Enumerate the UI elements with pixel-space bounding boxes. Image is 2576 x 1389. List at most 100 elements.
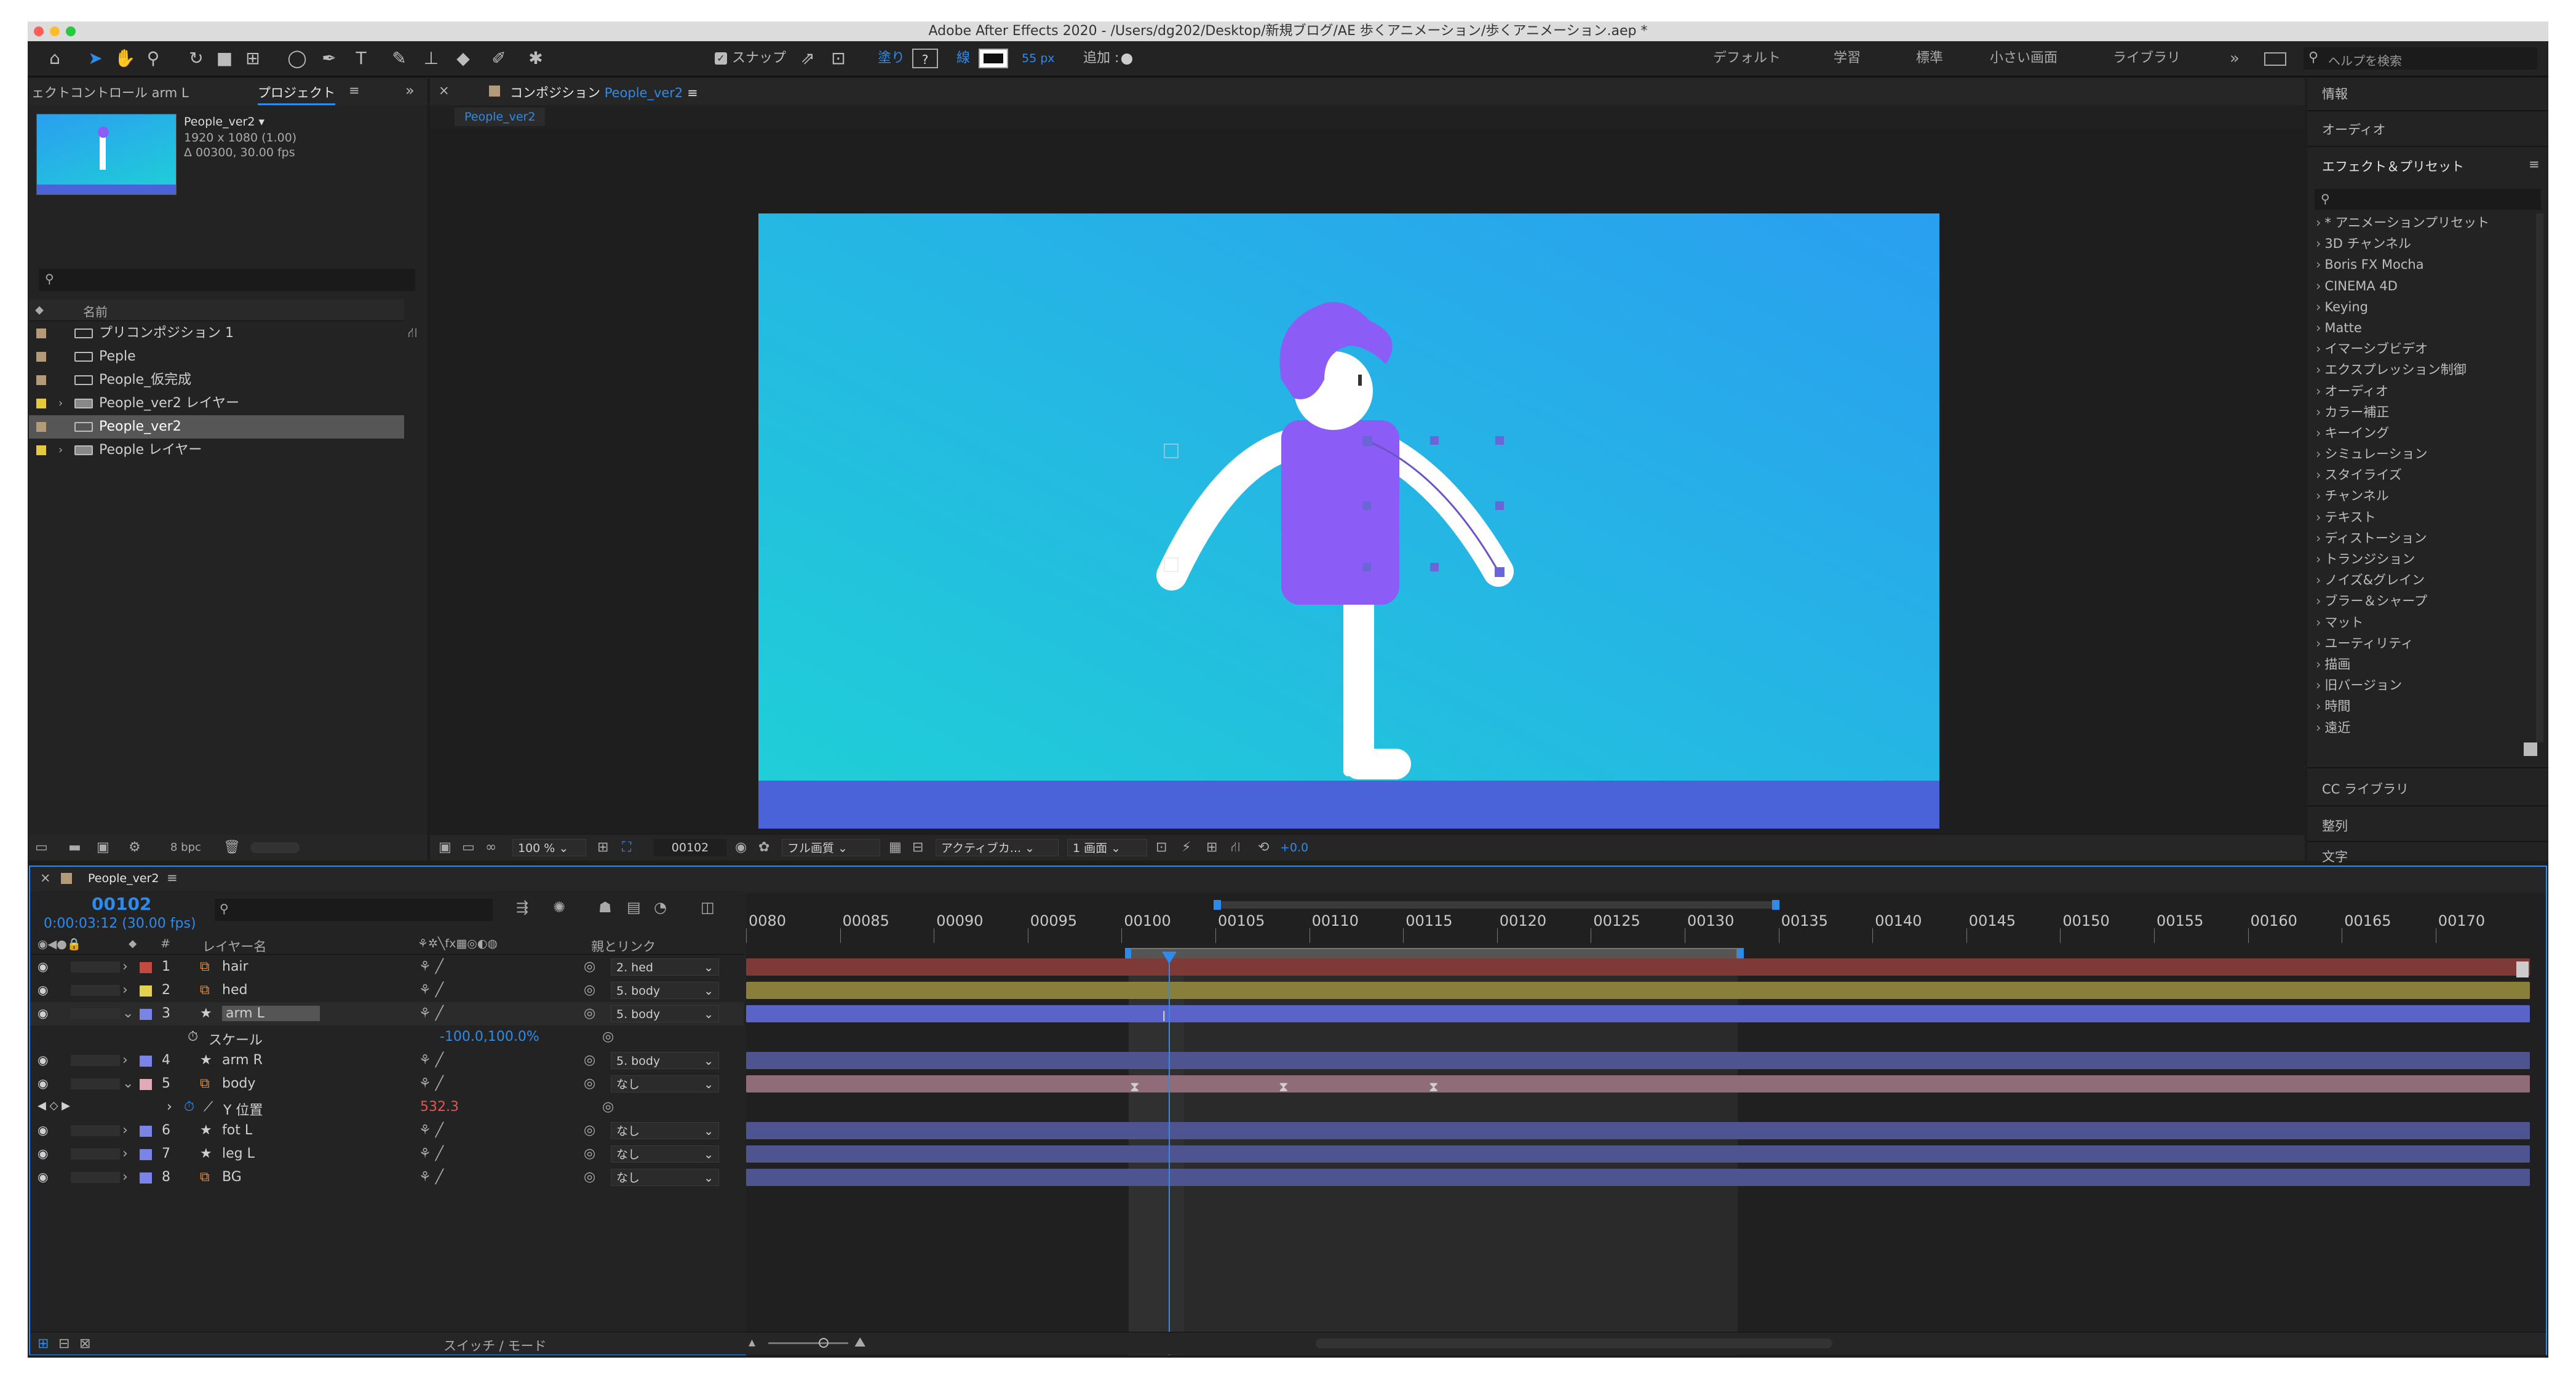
bpc-label[interactable]: 8 bpc [170,841,201,854]
effects-category[interactable]: › 3D チャンネル [2316,233,2537,254]
hand-tool-icon[interactable]: ✋ [114,47,136,70]
layer-switches[interactable]: ⚘ ╱ [419,959,443,974]
zoom-tool-icon[interactable]: ⚲ [142,47,164,70]
chevron-right-icon[interactable]: › [167,1099,172,1115]
stroke-width[interactable]: 55 px [1022,41,1055,76]
time-zoom-knob[interactable] [819,1338,829,1348]
effects-category[interactable]: › カラー補正 [2316,402,2537,423]
chevron-right-icon[interactable]: › [122,1053,128,1068]
parent-select[interactable]: なし ⌄ [611,1122,719,1139]
zoom-out-icon[interactable]: ▴ [749,1335,755,1350]
brush-tool-icon[interactable]: ✎ [388,47,410,70]
workspace-default[interactable]: デフォルト [1713,41,1781,76]
project-item[interactable]: プリコンポジション 1 [29,322,404,345]
effects-category[interactable]: › Matte [2316,317,2537,338]
comp-flowchart-tab[interactable]: People_ver2 [455,108,546,126]
column-parent[interactable]: 親とリンク [591,937,656,955]
pan-behind-tool-icon[interactable]: ⊞ [242,47,264,70]
effects-category[interactable]: › ユーティリティ [2316,633,2537,654]
effects-category[interactable]: › ブラー＆シャープ [2316,591,2537,611]
layer-duration-bar[interactable] [746,1052,2530,1069]
layer-label-color[interactable] [140,1009,152,1020]
comp-canvas[interactable] [758,213,1939,829]
project-menu-icon[interactable]: ≡ [349,83,360,98]
comp-name[interactable]: People_ver2 ▾ [184,115,264,129]
effects-category[interactable]: › 時間 [2316,696,2537,717]
vr-icon[interactable]: ▭ [462,840,475,855]
layer-switches[interactable]: ⚘ ╱ [419,1146,443,1161]
effects-menu-icon[interactable]: ≡ [2529,157,2540,172]
parent-select[interactable]: なし ⌄ [611,1075,719,1092]
visibility-eye-icon[interactable]: ◉ [38,1123,48,1137]
visibility-eye-icon[interactable]: ◉ [38,1169,48,1184]
reset-exposure-icon[interactable]: ⟲ [1258,840,1269,855]
effects-category[interactable]: › トランジション [2316,549,2537,570]
effects-presets-title[interactable]: エフェクト＆プリセット [2322,157,2464,175]
snapshot-icon[interactable]: ◉ [735,840,747,855]
comp-mini-flowchart-icon[interactable]: ⇶ [516,899,528,916]
chevron-right-icon[interactable]: › [122,1169,128,1185]
layer-duration-bar[interactable] [746,1145,2530,1163]
in-out-toggle-icon[interactable]: ⊠ [79,1336,90,1351]
visibility-eye-icon[interactable]: ◉ [38,959,48,974]
zoom-select[interactable]: 100 % ⌄ [512,839,586,856]
layer-label-color[interactable] [140,1172,152,1184]
layer-name[interactable]: arm R [222,1053,263,1068]
effects-category[interactable]: › 描画 [2316,654,2537,675]
layer-switches[interactable]: ⚘ ╱ [419,1006,443,1021]
layer-switches[interactable]: ⚘ ╱ [419,1169,443,1185]
snap-checkbox[interactable]: ✓ [715,52,727,65]
pick-whip-icon[interactable]: ◎ [584,1123,595,1138]
fast-preview-icon[interactable]: ⚡ [1182,840,1191,855]
visibility-eye-icon[interactable]: ◉ [38,982,48,997]
workspace-menu-icon[interactable] [2264,52,2286,66]
chevron-down-icon[interactable]: ⌄ [122,1076,133,1091]
clone-stamp-tool-icon[interactable]: ⊥ [420,47,442,70]
layer-name[interactable]: arm L [222,1006,320,1021]
pen-tool-icon[interactable]: ✒ [318,47,340,70]
timeline-layer-row[interactable]: ◉ › 6 ★ fot L ⚘ ╱ ◎ なし ⌄ [30,1119,744,1142]
project-settings-icon[interactable]: ⚙ [129,840,141,855]
close-window-button[interactable] [34,26,44,36]
pick-whip-icon[interactable]: ◎ [584,1006,595,1021]
tab-project[interactable]: プロジェクト [258,83,335,105]
timeline-layer-row[interactable]: ◉ ⌄ 5 ⧉ body ⚘ ╱ ◎ なし ⌄ [30,1072,744,1096]
tab-timeline-comp[interactable]: People_ver2 [88,872,159,885]
timeline-layer-row[interactable]: ◉ ⌄ 3 ★ arm L ⚘ ╱ ◎ 5. body ⌄ [30,1002,744,1025]
ypos-keyframe[interactable]: ⧗ [1130,1080,1139,1095]
solo-lock-boxes[interactable] [71,1055,120,1066]
switches-modes-toggle[interactable]: スイッチ / モード [443,1336,546,1355]
camera-select[interactable]: アクティブカ... ⌄ [936,839,1059,856]
ypos-keyframe[interactable]: ⧗ [1279,1080,1288,1095]
project-search-input[interactable]: ⚲ [39,269,415,291]
new-bin-icon[interactable] [2524,742,2537,756]
zoom-in-icon[interactable]: ⛰ [854,1335,865,1350]
character-tab[interactable]: 文字 [2322,847,2348,866]
shy-icon[interactable]: ☗ [598,899,612,916]
layer-duration-bar[interactable] [746,982,2530,999]
ypos-keyframe[interactable]: ⧗ [1429,1080,1438,1095]
effects-category[interactable]: › イマーシブビデオ [2316,338,2537,359]
roto-brush-tool-icon[interactable]: ✐ [488,47,510,70]
stroke-label[interactable]: 線 [956,41,970,76]
tab-effect-controls[interactable]: ェクトコントロール arm L [31,83,189,101]
pick-whip-icon[interactable]: ◎ [584,1053,595,1068]
scale-keyframe[interactable]: I [1162,1009,1166,1025]
minimize-window-button[interactable] [50,26,60,36]
visibility-eye-icon[interactable]: ◉ [38,1146,48,1161]
exposure-value[interactable]: +0.0 [1280,841,1308,854]
layer-switches[interactable]: ⚘ ╱ [419,1123,443,1138]
timeline-layer-row[interactable]: ◉ › 2 ⧉ hed ⚘ ╱ ◎ 5. body ⌄ [30,979,744,1002]
time-navigator[interactable] [1214,901,1779,909]
timeline-menu-icon[interactable]: ≡ [167,870,178,885]
current-time-indicator[interactable] [1169,955,1170,1355]
panel-expand-icon[interactable]: » [405,82,415,99]
solo-lock-boxes[interactable] [71,961,120,973]
stroke-swatch[interactable] [979,49,1008,68]
3d-glasses-icon[interactable]: ∞ [485,840,496,855]
snap-feature-icon[interactable]: ⊡ [827,47,849,70]
layer-name[interactable]: BG [222,1169,242,1185]
chevron-down-icon[interactable]: ⌄ [122,1006,133,1021]
navigator-end-handle[interactable] [1772,900,1779,910]
close-tab-icon[interactable]: × [439,83,450,98]
